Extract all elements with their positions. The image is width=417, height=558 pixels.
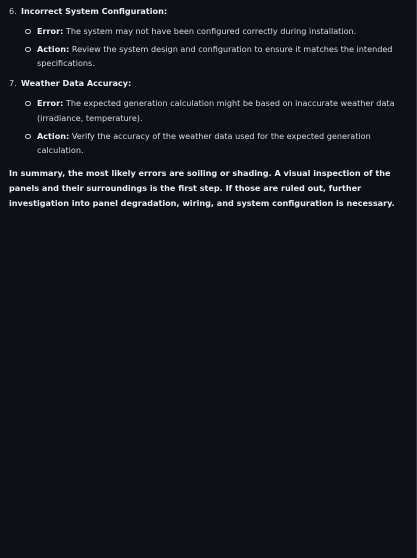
section-heading-7: 7. Weather Data Accuracy: — [9, 76, 409, 91]
item-label: Error: — [37, 97, 64, 108]
hollow-bullet-icon — [25, 100, 31, 107]
section-number: 7. — [9, 78, 17, 89]
chat-response-panel: 6. Incorrect System Configuration: Error:… — [0, 0, 417, 558]
top-edge — [0, 0, 417, 2]
response-content: 6. Incorrect System Configuration: Error:… — [9, 4, 409, 211]
list-item: Action: Review the system design and con… — [9, 42, 409, 72]
item-text: Verify the accuracy of the weather data … — [37, 130, 371, 156]
section-heading-6: 6. Incorrect System Configuration: — [9, 4, 409, 19]
section-6-list: Error: The system may not have been conf… — [9, 24, 409, 71]
hollow-bullet-icon — [25, 28, 31, 35]
item-label: Action: — [37, 43, 70, 54]
item-text: Review the system design and configurati… — [37, 43, 393, 69]
section-title: Incorrect System Configuration: — [21, 6, 168, 16]
list-item: Action: Verify the accuracy of the weath… — [9, 129, 409, 159]
hollow-bullet-icon — [25, 133, 31, 140]
list-item: Error: The system may not have been conf… — [9, 24, 409, 39]
item-text: The system may not have been configured … — [63, 25, 357, 36]
hollow-bullet-icon — [25, 46, 31, 53]
section-number: 6. — [9, 6, 17, 16]
item-label: Action: — [37, 130, 70, 141]
list-item: Error: The expected generation calculati… — [9, 96, 409, 126]
item-text: The expected generation calculation migh… — [37, 97, 395, 123]
item-label: Error: — [37, 25, 64, 36]
section-7-list: Error: The expected generation calculati… — [9, 96, 409, 158]
summary-paragraph: In summary, the most likely errors are s… — [9, 168, 395, 208]
section-title: Weather Data Accuracy: — [21, 78, 132, 89]
